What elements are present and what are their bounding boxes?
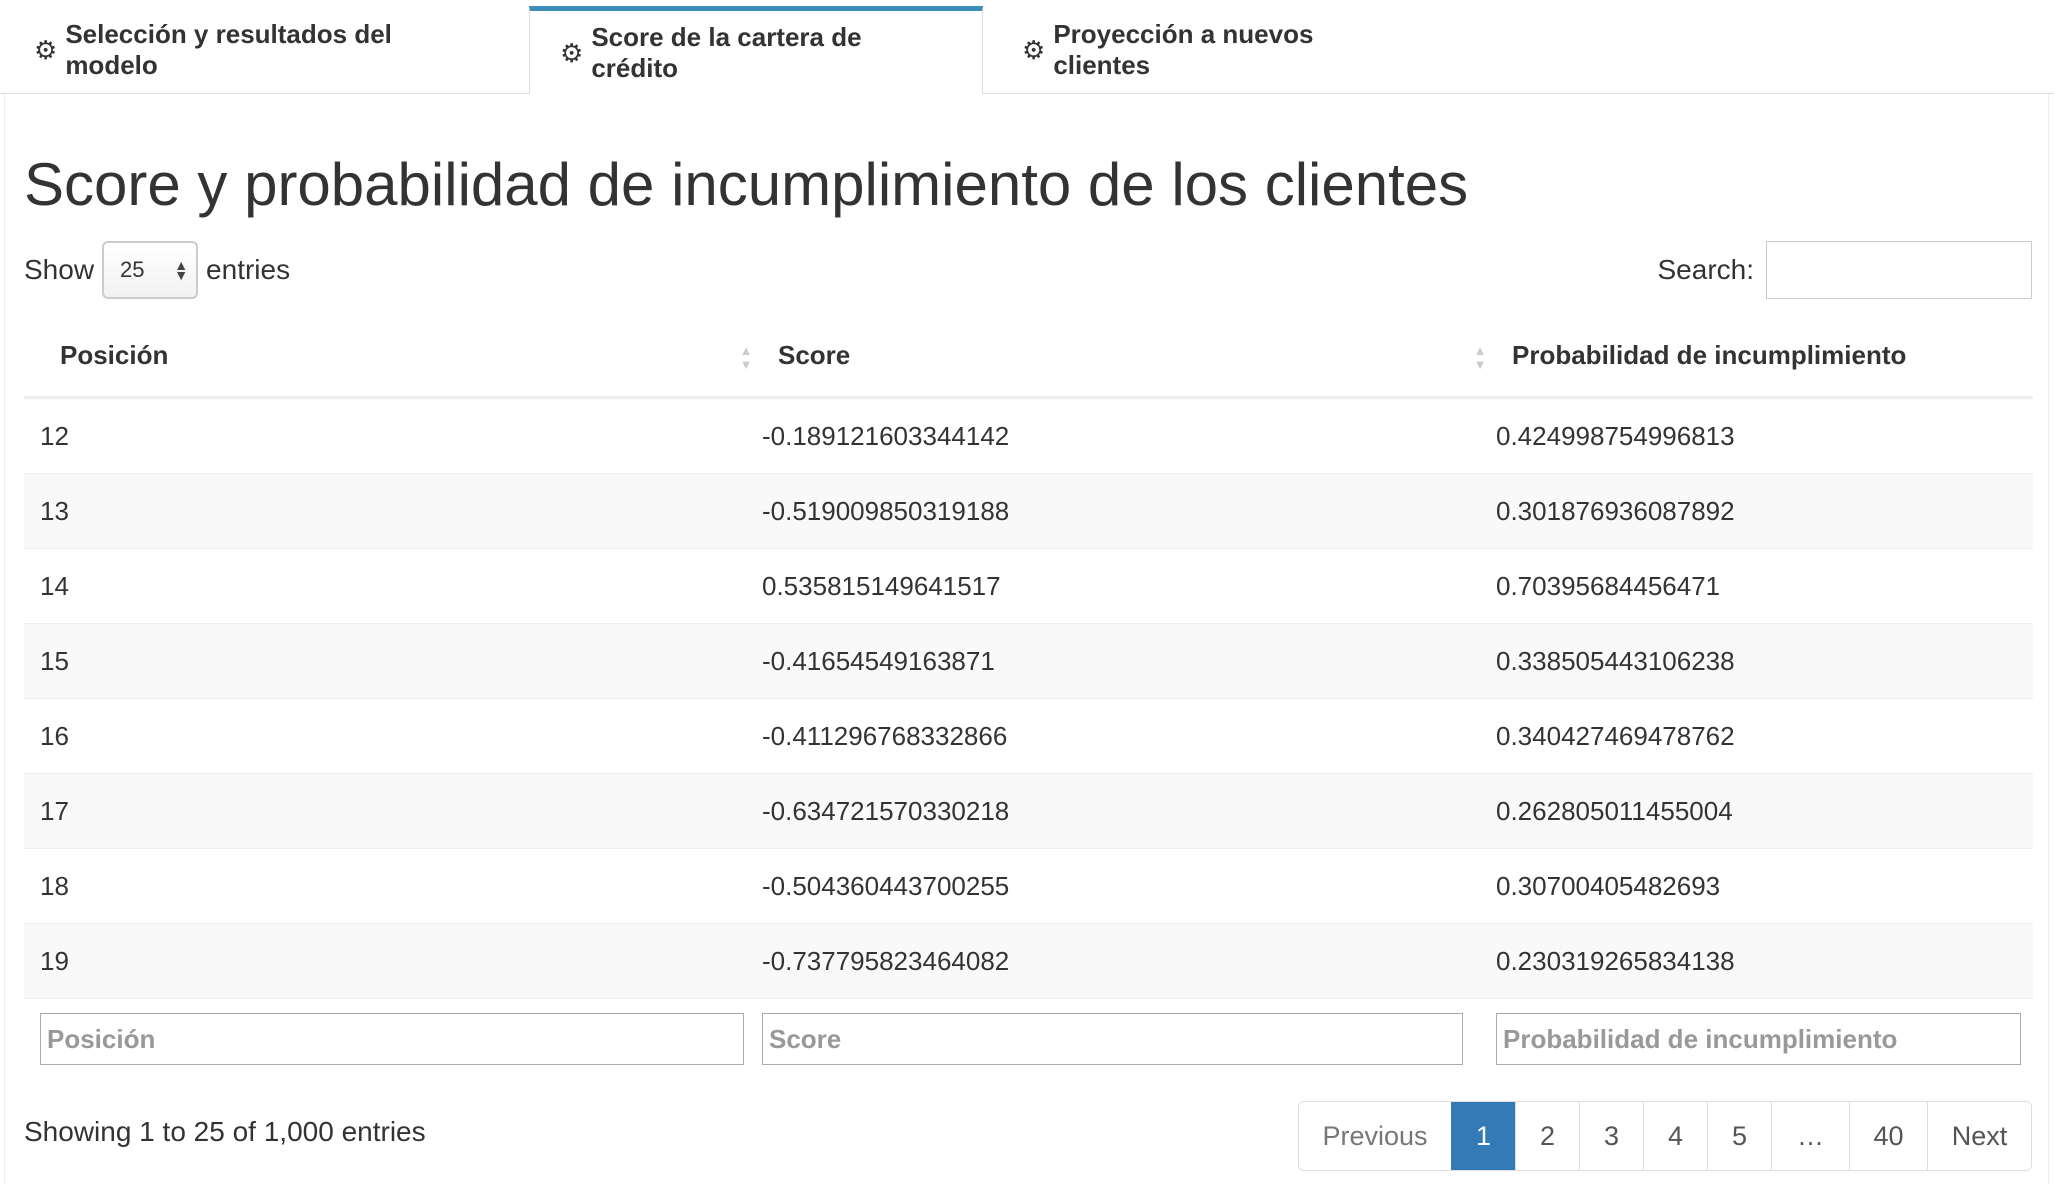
pagination-page[interactable]: 1 (1451, 1102, 1515, 1170)
table-row: 12 -0.189121603344142 0.424998754996813 (24, 397, 2033, 474)
cell-position: 16 (24, 698, 758, 774)
cell-probability: 0.262805011455004 (1492, 773, 2033, 849)
table-row: 17 -0.634721570330218 0.262805011455004 (24, 773, 2033, 849)
column-header-position[interactable]: Posición ▲ ▼ (24, 320, 758, 399)
show-label: Show (24, 254, 95, 285)
column-header-label: Probabilidad de incumplimiento (1512, 340, 1907, 370)
column-header-label: Posición (60, 340, 169, 370)
column-header-default-probability[interactable]: Probabilidad de incumplimiento (1492, 320, 2033, 399)
cell-position: 18 (24, 848, 758, 924)
entries-length-control: Show 25 ▲ ▼ entries (24, 240, 290, 300)
table-row: 16 -0.411296768332866 0.340427469478762 (24, 698, 2033, 774)
cell-score: 0.535815149641517 (758, 548, 1492, 624)
page-title: Score y probabilidad de incumplimiento d… (24, 151, 1469, 218)
table-row: 15 -0.41654549163871 0.338505443106238 (24, 623, 2033, 699)
tab-new-clients[interactable]: ⚙ Proyección a nuevos clientes (992, 6, 1432, 94)
filter-input-probability[interactable]: Probabilidad de incumplimiento (1496, 1013, 2021, 1065)
cell-position: 14 (24, 548, 758, 624)
cell-position: 17 (24, 773, 758, 849)
cell-position: 12 (24, 397, 758, 474)
filter-row: Posición Score Probabilidad de incumplim… (24, 998, 2033, 1083)
pagination-page[interactable]: 40 (1849, 1102, 1927, 1170)
select-arrows-icon: ▲ ▼ (174, 257, 189, 283)
table-row: 14 0.535815149641517 0.70395684456471 (24, 548, 2033, 624)
tab-label: Proyección a nuevos clientes (1053, 19, 1314, 80)
cell-probability: 0.301876936087892 (1492, 473, 2033, 549)
table-body: 12 -0.189121603344142 0.424998754996813 … (24, 397, 2033, 999)
cell-score: -0.519009850319188 (758, 473, 1492, 549)
pagination-page[interactable]: 5 (1707, 1102, 1771, 1170)
cell-probability: 0.338505443106238 (1492, 623, 2033, 699)
entries-select-value: 25 (120, 257, 145, 282)
filter-input-position[interactable]: Posición (40, 1013, 744, 1065)
tab-credit-score[interactable]: ⚙ Score de la cartera de crédito (529, 6, 983, 95)
table-row: 18 -0.504360443700255 0.30700405482693 (24, 848, 2033, 924)
sort-icon: ▲ ▼ (1473, 343, 1487, 372)
table-row: 13 -0.519009850319188 0.301876936087892 (24, 473, 2033, 549)
pagination: Previous 1 2 3 4 5 … 40 Next (1298, 1101, 2032, 1171)
filter-input-score[interactable]: Score (762, 1013, 1463, 1065)
pagination-ellipsis: … (1771, 1102, 1849, 1170)
pagination-page[interactable]: 2 (1515, 1102, 1579, 1170)
cell-position: 13 (24, 473, 758, 549)
tab-bar: ⚙ Selección y resultados del modelo ⚙ Sc… (0, 0, 2054, 95)
cell-probability: 0.70395684456471 (1492, 548, 2033, 624)
search-control: Search: (1657, 240, 2032, 300)
cell-position: 19 (24, 923, 758, 999)
cell-score: -0.41654549163871 (758, 623, 1492, 699)
table-info: Showing 1 to 25 of 1,000 entries (24, 1116, 426, 1147)
cell-score: -0.189121603344142 (758, 397, 1492, 474)
search-input[interactable] (1766, 241, 2032, 299)
cell-score: -0.737795823464082 (758, 923, 1492, 999)
pagination-previous[interactable]: Previous (1299, 1102, 1451, 1170)
column-header-score[interactable]: Score ▲ ▼ (758, 320, 1492, 399)
cell-probability: 0.340427469478762 (1492, 698, 2033, 774)
cell-probability: 0.230319265834138 (1492, 923, 2033, 999)
gear-icon: ⚙ (560, 37, 584, 68)
pagination-page[interactable]: 4 (1643, 1102, 1707, 1170)
cell-score: -0.634721570330218 (758, 773, 1492, 849)
cell-probability: 0.424998754996813 (1492, 397, 2033, 474)
data-table: Posición ▲ ▼ Score ▲ ▼ Probabilidad de inc… (24, 320, 2033, 1083)
gear-icon: ⚙ (34, 35, 58, 65)
tab-label: Selección y resultados del modelo (65, 19, 392, 80)
cell-score: -0.504360443700255 (758, 848, 1492, 924)
entries-select[interactable]: 25 ▲ ▼ (102, 241, 199, 299)
sort-icon: ▲ ▼ (739, 343, 753, 372)
tab-model-selection[interactable]: ⚙ Selección y resultados del modelo (4, 6, 508, 94)
gear-icon: ⚙ (1022, 35, 1046, 65)
table-row: 19 -0.737795823464082 0.230319265834138 (24, 923, 2033, 999)
entries-label: entries (206, 254, 291, 285)
column-header-label: Score (778, 340, 851, 370)
cell-score: -0.411296768332866 (758, 698, 1492, 774)
cell-position: 15 (24, 623, 758, 699)
pagination-page[interactable]: 3 (1579, 1102, 1643, 1170)
search-label: Search: (1657, 254, 1755, 285)
pagination-next[interactable]: Next (1927, 1102, 2031, 1170)
cell-probability: 0.30700405482693 (1492, 848, 2033, 924)
tab-label: Score de la cartera de crédito (591, 21, 862, 83)
